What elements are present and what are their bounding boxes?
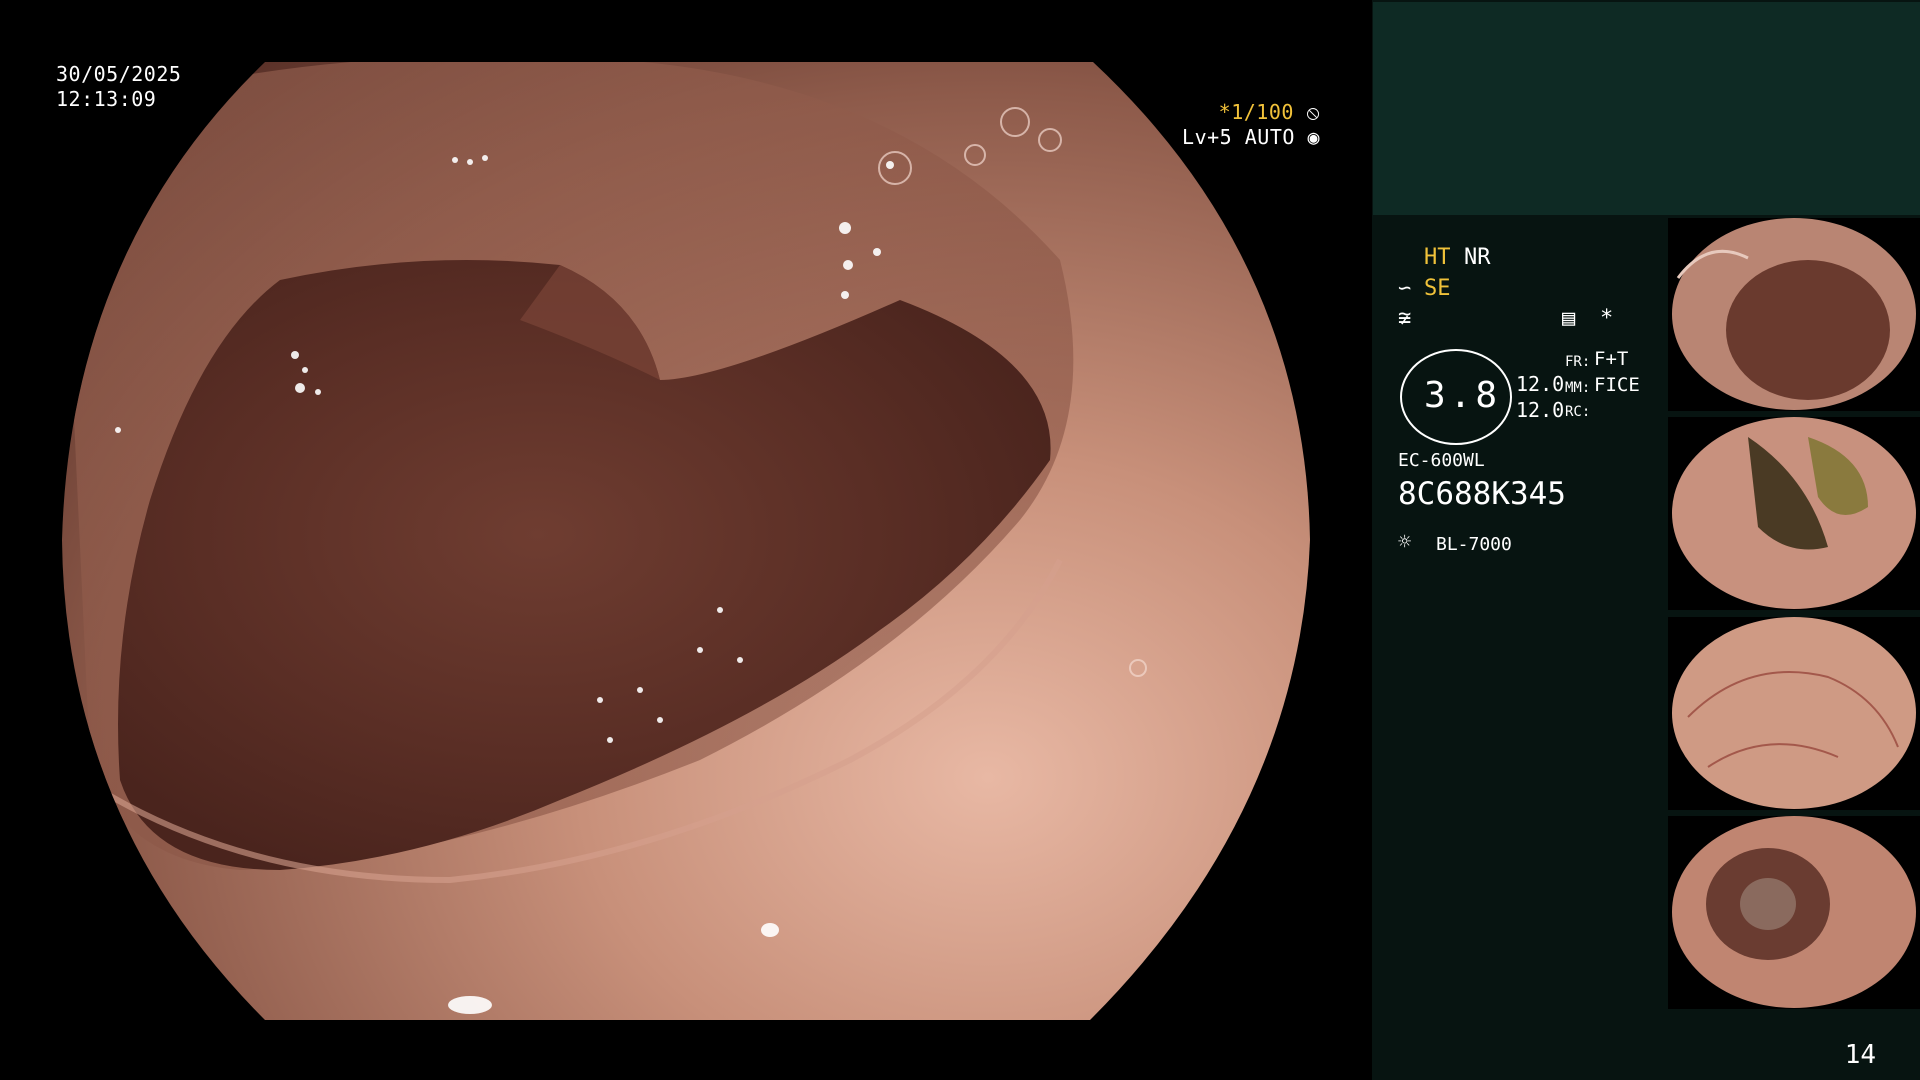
mm-value: FICE bbox=[1594, 374, 1640, 396]
serial-number: 8C688K345 bbox=[1398, 476, 1566, 512]
aperture-icon: ⦸ bbox=[1306, 100, 1320, 124]
endoscope-view: 30/05/2025 12:13:09 *1/100 ⦸ Lv+5 AUTO ◉ bbox=[0, 0, 1372, 1080]
document-icon: ▤ bbox=[1562, 306, 1576, 331]
thumbnail-4[interactable] bbox=[1668, 816, 1920, 1009]
asterisk-mark: * bbox=[1600, 306, 1614, 331]
mm-label: MM: bbox=[1565, 380, 1591, 396]
date-text: 30/05/2025 bbox=[56, 62, 182, 86]
value-a: 12.0 bbox=[1516, 372, 1565, 396]
ht-label: HT bbox=[1424, 245, 1451, 270]
exposure-overlay: *1/100 ⦸ Lv+5 AUTO ◉ bbox=[1182, 100, 1320, 150]
value-b: 12.0 bbox=[1516, 398, 1565, 422]
curve-icon: ∽ bbox=[1398, 276, 1412, 301]
rc-label: RC: bbox=[1565, 404, 1591, 420]
curve-icon: ≆ bbox=[1398, 306, 1412, 331]
scope-model: EC-600WL bbox=[1398, 450, 1485, 471]
thumbnail-3[interactable] bbox=[1668, 617, 1920, 810]
panel-header-area bbox=[1373, 2, 1920, 215]
endoscope-image bbox=[62, 62, 1310, 1020]
shutter-text: *1/100 bbox=[1218, 100, 1294, 124]
thumbnail-2[interactable] bbox=[1668, 417, 1920, 610]
level-text: Lv+5 AUTO bbox=[1182, 125, 1295, 149]
nr-label: NR bbox=[1464, 245, 1491, 270]
fr-value: F+T bbox=[1594, 348, 1629, 370]
fr-label: FR: bbox=[1565, 354, 1591, 370]
se-label: SE bbox=[1424, 276, 1451, 301]
page-number: 14 bbox=[1844, 1040, 1876, 1070]
light-source: BL-7000 bbox=[1436, 534, 1512, 555]
time-text: 12:13:09 bbox=[56, 87, 157, 111]
info-panel: HT NR ∽ SE ≆ ▤ * 3.8 12.0 12.0 FR: F+T M… bbox=[1372, 0, 1920, 1080]
datetime-overlay: 30/05/2025 12:13:09 bbox=[56, 62, 181, 112]
auto-icon: ◉ bbox=[1307, 125, 1320, 149]
lamp-icon: ☼ bbox=[1398, 530, 1412, 555]
zoom-value: 3.8 bbox=[1424, 375, 1502, 416]
thumbnail-1[interactable] bbox=[1668, 218, 1920, 411]
